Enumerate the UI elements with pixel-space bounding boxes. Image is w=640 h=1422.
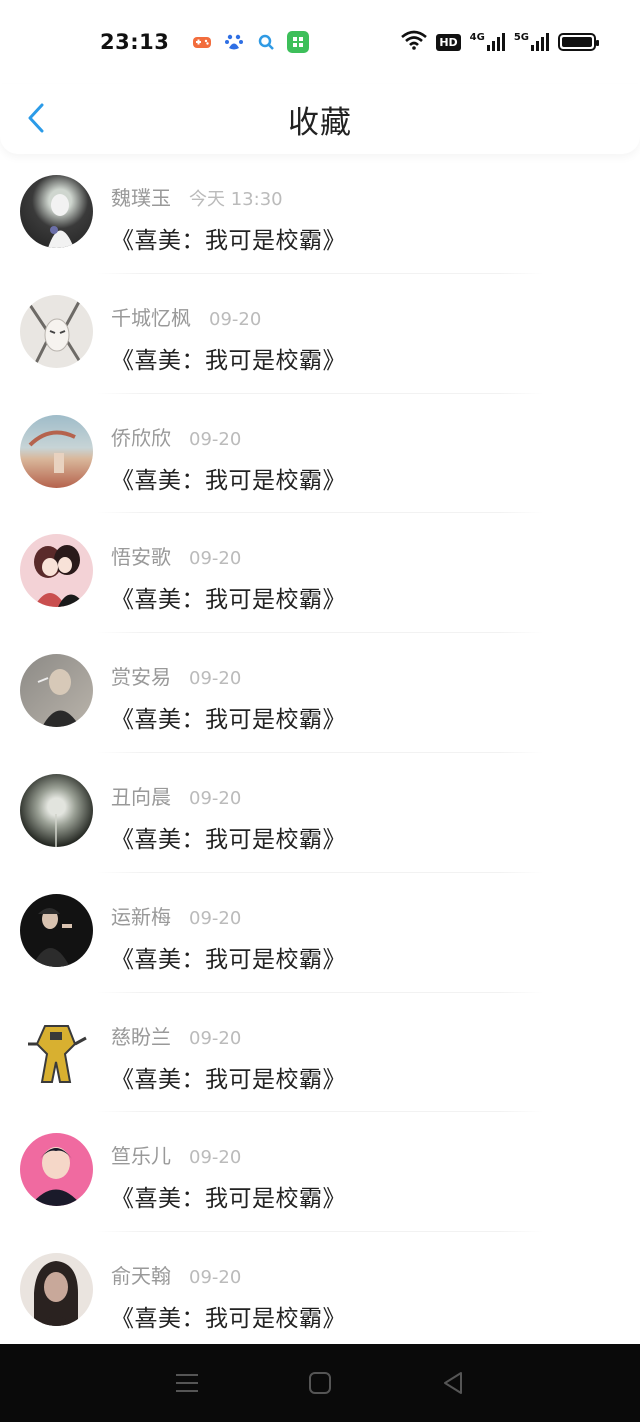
item-meta: 笪乐儿 09-20 《喜美：我可是校霸》: [111, 1140, 346, 1213]
system-nav-bar: [0, 1344, 640, 1422]
screen: 23:13 HD 4G 5G 收藏 魏璞玉 今天 13:30 《喜美：我可是校霸…: [0, 0, 640, 1422]
page-title: 收藏: [288, 104, 352, 141]
avatar[interactable]: [20, 654, 93, 728]
work-title[interactable]: 《喜美：我可是校霸》: [111, 820, 346, 854]
work-title[interactable]: 《喜美：我可是校霸》: [111, 461, 346, 495]
item-date: 09-20: [189, 548, 242, 570]
user-name[interactable]: 魏璞玉: [111, 182, 171, 211]
item-date: 09-20: [189, 428, 242, 450]
status-indicators: HD 4G 5G: [401, 30, 599, 54]
avatar[interactable]: [20, 893, 93, 967]
avatar[interactable]: [20, 534, 93, 608]
search-app-icon: [255, 31, 278, 53]
hd-badge: HD: [436, 33, 461, 51]
item-date: 09-20: [189, 1147, 242, 1169]
work-title[interactable]: 《喜美：我可是校霸》: [111, 1299, 346, 1333]
green-app-icon: [287, 31, 310, 53]
list-item[interactable]: 千城忆枫 09-20 《喜美：我可是校霸》: [0, 274, 640, 394]
list-item[interactable]: 丑向晨 09-20 《喜美：我可是校霸》: [0, 753, 640, 873]
list-item[interactable]: 笪乐儿 09-20 《喜美：我可是校霸》: [0, 1112, 640, 1232]
user-name[interactable]: 侨欣欣: [111, 422, 171, 451]
item-meta: 侨欣欣 09-20 《喜美：我可是校霸》: [111, 422, 346, 495]
nav-back-button[interactable]: [431, 1361, 475, 1405]
list-item[interactable]: 赏安易 09-20 《喜美：我可是校霸》: [0, 633, 640, 753]
work-title[interactable]: 《喜美：我可是校霸》: [111, 580, 346, 614]
list-item[interactable]: 慈盼兰 09-20 《喜美：我可是校霸》: [0, 993, 640, 1113]
game-icon: [191, 31, 214, 53]
user-name[interactable]: 笪乐儿: [111, 1140, 171, 1169]
work-title[interactable]: 《喜美：我可是校霸》: [111, 940, 346, 974]
chevron-left-icon: [28, 103, 44, 133]
item-meta: 千城忆枫 09-20 《喜美：我可是校霸》: [111, 302, 346, 375]
avatar[interactable]: [20, 1253, 93, 1327]
item-meta: 赏安易 09-20 《喜美：我可是校霸》: [111, 661, 346, 734]
list-item[interactable]: 运新梅 09-20 《喜美：我可是校霸》: [0, 873, 640, 993]
item-meta: 魏璞玉 今天 13:30 《喜美：我可是校霸》: [111, 182, 346, 255]
user-name[interactable]: 赏安易: [111, 661, 171, 690]
signal-4g: 4G: [470, 33, 505, 51]
back-triangle-icon: [444, 1372, 463, 1394]
avatar[interactable]: [20, 294, 93, 368]
user-name[interactable]: 慈盼兰: [111, 1021, 171, 1050]
signal-bars-icon: [531, 33, 549, 51]
list-item[interactable]: 侨欣欣 09-20 《喜美：我可是校霸》: [0, 394, 640, 514]
list-item[interactable]: 悟安歌 09-20 《喜美：我可是校霸》: [0, 513, 640, 633]
list-item[interactable]: 俞天翰 09-20 《喜美：我可是校霸》: [0, 1232, 640, 1352]
avatar[interactable]: [20, 414, 93, 488]
net-4g-label: 4G: [469, 32, 485, 43]
favorites-list: 魏璞玉 今天 13:30 《喜美：我可是校霸》 千城忆枫 09-20 《喜美：我…: [0, 154, 640, 1352]
status-app-icons: [191, 31, 310, 53]
item-meta: 悟安歌 09-20 《喜美：我可是校霸》: [111, 541, 346, 614]
wifi-icon: [401, 30, 428, 54]
user-name[interactable]: 俞天翰: [111, 1260, 171, 1289]
work-title[interactable]: 《喜美：我可是校霸》: [111, 1060, 346, 1094]
item-meta: 运新梅 09-20 《喜美：我可是校霸》: [111, 901, 346, 974]
item-date: 09-20: [189, 907, 242, 929]
battery-icon: [558, 33, 599, 51]
status-bar: 23:13 HD 4G 5G: [0, 0, 640, 84]
item-date: 今天 13:30: [189, 189, 283, 210]
user-name[interactable]: 丑向晨: [111, 781, 171, 810]
item-meta: 俞天翰 09-20 《喜美：我可是校霸》: [111, 1260, 346, 1333]
user-name[interactable]: 千城忆枫: [111, 302, 191, 331]
item-meta: 慈盼兰 09-20 《喜美：我可是校霸》: [111, 1021, 346, 1094]
item-meta: 丑向晨 09-20 《喜美：我可是校霸》: [111, 781, 346, 854]
avatar[interactable]: [20, 773, 93, 847]
net-5g-label: 5G: [513, 32, 529, 43]
back-button[interactable]: [18, 98, 54, 138]
status-time: 23:13: [100, 30, 170, 54]
home-button[interactable]: [298, 1361, 342, 1405]
item-date: 09-20: [189, 668, 242, 690]
menu-button[interactable]: [165, 1361, 209, 1405]
work-title[interactable]: 《喜美：我可是校霸》: [111, 1179, 346, 1213]
user-name[interactable]: 悟安歌: [111, 541, 171, 570]
home-square-icon: [308, 1372, 331, 1394]
baidu-paw-icon: [223, 31, 246, 53]
user-name[interactable]: 运新梅: [111, 901, 171, 930]
list-item[interactable]: 魏璞玉 今天 13:30 《喜美：我可是校霸》: [0, 154, 640, 274]
work-title[interactable]: 《喜美：我可是校霸》: [111, 221, 346, 255]
avatar[interactable]: [20, 175, 93, 248]
item-date: 09-20: [189, 787, 242, 809]
avatar[interactable]: [20, 1013, 93, 1087]
item-date: 09-20: [189, 1267, 242, 1289]
item-date: 09-20: [189, 1027, 242, 1049]
work-title[interactable]: 《喜美：我可是校霸》: [111, 341, 346, 375]
signal-bars-icon: [486, 33, 505, 51]
signal-5g: 5G: [514, 33, 549, 51]
work-title[interactable]: 《喜美：我可是校霸》: [111, 700, 346, 734]
avatar[interactable]: [20, 1133, 93, 1207]
menu-icon: [175, 1374, 198, 1392]
item-date: 09-20: [209, 308, 262, 330]
page-header: 收藏: [0, 84, 640, 154]
